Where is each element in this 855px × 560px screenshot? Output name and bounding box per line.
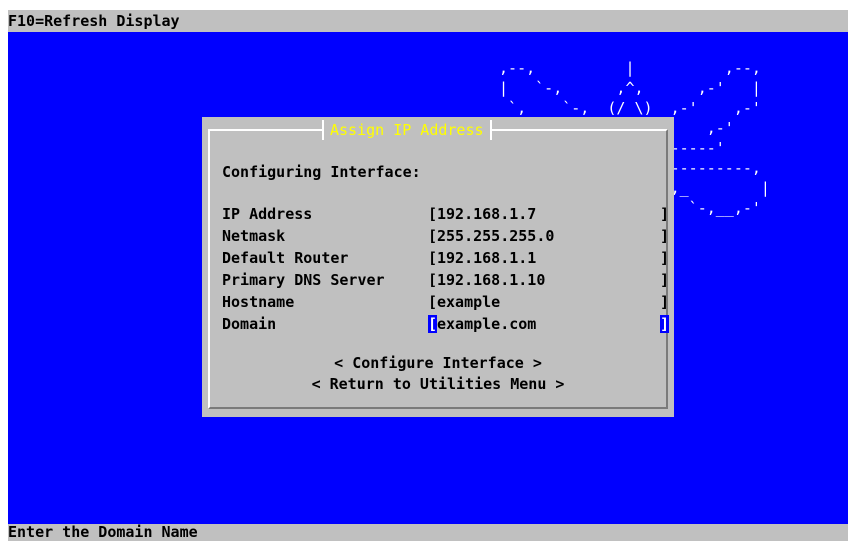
field-bracket-close: ] [660, 249, 670, 267]
field-bracket-open-active: [ [428, 315, 438, 333]
dialog-heading: Configuring Interface: [222, 163, 421, 181]
field-bracket-close: ] [660, 271, 670, 289]
dialog-title: Assign IP Address [322, 120, 492, 140]
field-bracket-close: ] [660, 293, 670, 311]
domain-input[interactable]: example.com [437, 315, 536, 333]
top-bar: F10=Refresh Display [8, 10, 848, 32]
field-bracket-open: [ [428, 293, 438, 311]
field-label: IP Address [222, 205, 313, 223]
netmask-field[interactable]: Netmask [ 255.255.255.0 ] [222, 227, 669, 245]
primary-dns-input[interactable]: 192.168.1.10 [437, 271, 545, 289]
hostname-field[interactable]: Hostname [ example ] [222, 293, 669, 311]
field-bracket-open: [ [428, 205, 438, 223]
field-label: Default Router [222, 249, 349, 267]
assign-ip-dialog: Assign IP Address Configuring Interface:… [202, 117, 674, 417]
hostname-input[interactable]: example [437, 293, 500, 311]
field-bracket-close: ] [660, 227, 670, 245]
field-bracket-open: [ [428, 271, 438, 289]
default-router-input[interactable]: 192.168.1.1 [437, 249, 536, 267]
field-label: Primary DNS Server [222, 271, 385, 289]
field-label: Netmask [222, 227, 286, 245]
field-bracket-close-active: ] [660, 315, 670, 333]
status-bar: Enter the Domain Name [8, 523, 848, 541]
configure-interface-button[interactable]: < Configure Interface > [202, 354, 674, 372]
field-bracket-close: ] [660, 205, 670, 223]
netmask-input[interactable]: 255.255.255.0 [437, 227, 554, 245]
domain-field[interactable]: Domain [ example.com ] [222, 315, 670, 333]
field-label: Hostname [222, 293, 295, 311]
default-router-field[interactable]: Default Router [ 192.168.1.1 ] [222, 249, 669, 267]
ip-address-input[interactable]: 192.168.1.7 [437, 205, 536, 223]
primary-dns-field[interactable]: Primary DNS Server [ 192.168.1.10 ] [222, 271, 669, 289]
field-bracket-open: [ [428, 249, 438, 267]
refresh-hint: F10=Refresh Display [8, 12, 180, 30]
ip-address-field[interactable]: IP Address [ 192.168.1.7 ] [222, 205, 669, 223]
field-label: Domain [222, 315, 277, 333]
field-bracket-open: [ [428, 227, 438, 245]
status-text: Enter the Domain Name [8, 523, 198, 541]
return-to-utilities-button[interactable]: < Return to Utilities Menu > [202, 375, 674, 393]
